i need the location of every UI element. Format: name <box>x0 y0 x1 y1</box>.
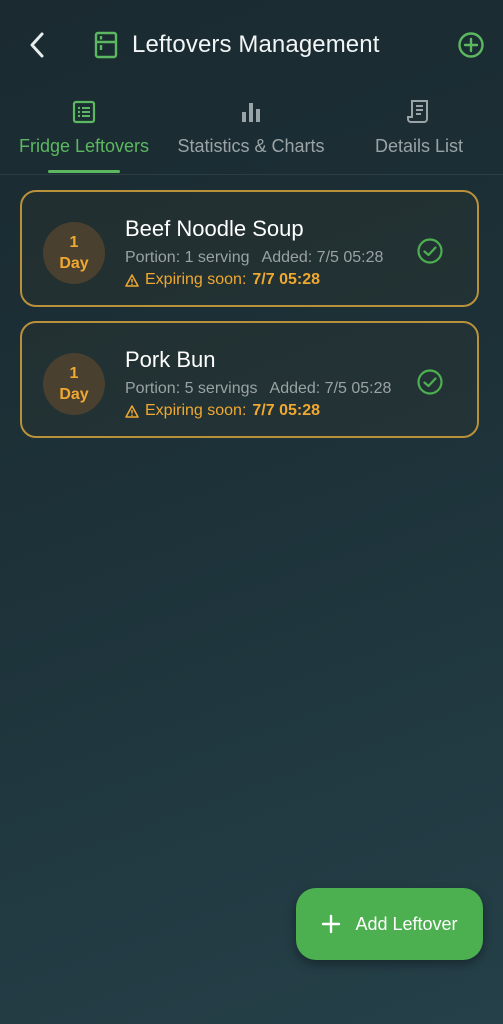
bar-chart-icon <box>242 103 260 122</box>
portion-text: Portion: 5 servings <box>125 380 258 397</box>
expiring-warning: Expiring soon: 7/7 05:28 <box>125 271 320 289</box>
active-tab-indicator <box>48 170 120 173</box>
add-leftover-top-button[interactable] <box>456 30 486 60</box>
plus-icon <box>322 914 341 934</box>
leftover-card[interactable]: 1 Day Pork Bun Portion: 5 servings Added:… <box>20 321 479 438</box>
expiring-warning: Expiring soon: 7/7 05:28 <box>125 402 320 420</box>
expiring-label: Expiring soon: <box>145 402 247 419</box>
leftover-meta: Portion: 1 serving Added: 7/5 05:28 <box>125 249 383 267</box>
tab-fridge-leftovers[interactable]: Fridge Leftovers <box>14 92 154 174</box>
expiring-label: Expiring soon: <box>145 271 247 288</box>
check-circle-icon <box>417 238 443 264</box>
warning-icon <box>125 404 139 418</box>
tab-bar: Fridge Leftovers Statistics & Charts Det… <box>0 92 503 175</box>
days-left-unit: Day <box>59 386 89 403</box>
days-left-unit: Day <box>59 255 89 272</box>
add-leftover-label: Add Leftover <box>355 913 458 934</box>
add-leftover-button[interactable]: Add Leftover <box>296 888 483 960</box>
mark-eaten-button[interactable] <box>416 237 444 265</box>
list-icon <box>72 100 96 124</box>
days-left-number: 1 <box>69 234 79 251</box>
leftover-card[interactable]: 1 Day Beef Noodle Soup Portion: 1 servin… <box>20 190 479 307</box>
title-group: Leftovers Management <box>94 26 379 64</box>
added-text: Added: 7/5 05:28 <box>269 380 392 397</box>
mark-eaten-button[interactable] <box>416 368 444 396</box>
page-title: Leftovers Management <box>132 31 380 58</box>
app-header: Leftovers Management <box>0 0 503 90</box>
receipt-icon <box>407 100 428 123</box>
back-button[interactable] <box>22 28 52 62</box>
fridge-icon <box>94 31 118 59</box>
warning-icon <box>125 273 139 287</box>
days-left-badge: 1 Day <box>43 353 105 415</box>
tab-details-list[interactable]: Details List <box>360 92 478 174</box>
days-left-badge: 1 Day <box>43 222 105 284</box>
tab-statistics-charts[interactable]: Statistics & Charts <box>170 92 332 174</box>
portion-text: Portion: 1 serving <box>125 249 250 266</box>
leftover-meta: Portion: 5 servings Added: 7/5 05:28 <box>125 380 391 398</box>
tab-label: Details List <box>374 136 464 156</box>
added-text: Added: 7/5 05:28 <box>261 249 384 266</box>
chevron-left-icon <box>30 32 44 58</box>
plus-circle-icon <box>458 32 484 58</box>
check-circle-icon <box>417 369 443 395</box>
leftovers-list: 1 Day Beef Noodle Soup Portion: 1 servin… <box>20 190 483 452</box>
expiring-date: 7/7 05:28 <box>252 402 320 419</box>
leftover-name: Pork Bun <box>125 347 216 372</box>
leftover-name: Beef Noodle Soup <box>125 216 304 241</box>
tab-label: Fridge Leftovers <box>18 136 150 156</box>
expiring-date: 7/7 05:28 <box>252 271 320 288</box>
tab-label: Statistics & Charts <box>177 136 325 156</box>
days-left-number: 1 <box>69 365 79 382</box>
